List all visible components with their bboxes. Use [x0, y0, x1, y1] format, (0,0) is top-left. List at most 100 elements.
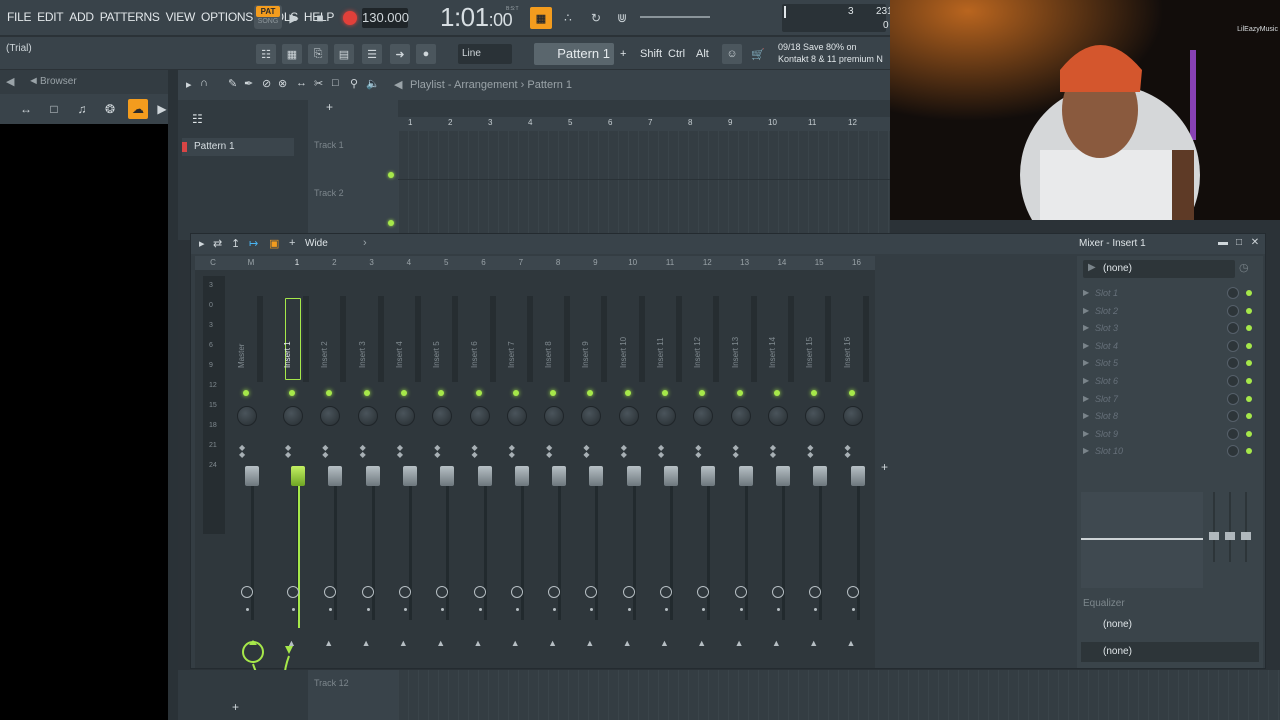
stereo-separation-icon[interactable]: ◆ ◆: [807, 444, 813, 459]
stereo-separation-icon[interactable]: ◆ ◆: [397, 444, 403, 459]
stereo-separation-icon[interactable]: ◆ ◆: [434, 444, 440, 459]
effect-slot[interactable]: ▶ Slot 1: [1083, 286, 1259, 302]
magnet-icon[interactable]: ∩: [200, 77, 208, 89]
slot-arrow-icon[interactable]: ▶: [1083, 411, 1089, 420]
expand-icon[interactable]: ↔: [16, 99, 36, 119]
pan-knob[interactable]: [432, 406, 453, 426]
mute-icon[interactable]: ⊗: [278, 77, 287, 90]
view-chevron-icon[interactable]: ›: [363, 237, 367, 249]
route-dot[interactable]: [553, 608, 557, 611]
slot-mix-knob[interactable]: [1227, 427, 1239, 440]
mixer-tools-icon[interactable]: ⇄: [213, 237, 222, 250]
browser-arrow-icon[interactable]: ◄: [28, 75, 39, 87]
effect-slot[interactable]: ▶ Slot 8: [1083, 409, 1259, 425]
route-dot[interactable]: [665, 608, 668, 611]
disk-recording-icon[interactable]: [660, 586, 672, 598]
slot-enable-led[interactable]: [1246, 325, 1252, 332]
insert-strip[interactable]: Insert 6 ◆ ◆ ▲: [464, 272, 500, 666]
audio-input-select[interactable]: (none): [1083, 260, 1235, 278]
slot-mix-knob[interactable]: [1227, 304, 1239, 317]
disk-recording-icon[interactable]: [548, 586, 561, 598]
eq-high-track[interactable]: [1245, 492, 1247, 562]
disk-recording-icon[interactable]: [734, 586, 747, 598]
insert-strip[interactable]: Insert 5 ◆ ◆ ▲: [426, 272, 462, 666]
disk-recording-icon[interactable]: [846, 586, 859, 598]
enable-led[interactable]: [243, 390, 249, 396]
menu-view[interactable]: VIEW: [163, 10, 198, 24]
slot-enable-led[interactable]: [1246, 307, 1252, 314]
effect-slot[interactable]: ▶ Slot 2: [1083, 304, 1259, 320]
slot-enable-led[interactable]: [1246, 342, 1252, 349]
insert-strip[interactable]: Insert 9 ◆ ◆ ▲: [575, 272, 611, 666]
slot-arrow-icon[interactable]: ▶: [1083, 323, 1089, 332]
effect-slot[interactable]: ▶ Slot 4: [1083, 339, 1259, 355]
add-track-icon[interactable]: +: [326, 100, 333, 114]
zoom-icon[interactable]: ⚲: [350, 77, 358, 90]
slot-arrow-icon[interactable]: ▶: [1083, 429, 1089, 438]
route-dot[interactable]: [246, 608, 249, 611]
volume-fader-track[interactable]: [632, 470, 636, 620]
volume-fader-track[interactable]: [483, 470, 487, 620]
slot-mix-knob[interactable]: [1227, 322, 1239, 335]
pan-knob[interactable]: [283, 406, 303, 426]
playlist-grid[interactable]: [398, 131, 890, 240]
route-dot[interactable]: [776, 608, 780, 611]
route-arrow-icon[interactable]: ▲: [474, 638, 483, 648]
volume-fader[interactable]: [365, 466, 380, 486]
playlist-icon[interactable]: ☷: [256, 44, 276, 64]
arrow-right-icon[interactable]: ➜: [390, 44, 410, 64]
enable-led[interactable]: [363, 390, 370, 396]
disk-recording-icon[interactable]: [510, 586, 523, 598]
route-dot[interactable]: [292, 608, 295, 611]
route-dot[interactable]: [814, 608, 818, 611]
stereo-separation-icon[interactable]: ◆ ◆: [658, 444, 664, 459]
record-button[interactable]: [340, 8, 360, 28]
volume-fader[interactable]: [664, 466, 678, 486]
enable-led[interactable]: [400, 390, 407, 396]
route-arrow-icon[interactable]: ▲: [847, 638, 856, 648]
mixer-menu-arrow-icon[interactable]: ▸: [199, 237, 205, 250]
volume-fader[interactable]: [402, 466, 417, 486]
slot-mix-knob[interactable]: [1227, 445, 1239, 458]
stereo-separation-icon[interactable]: ◆ ◆: [472, 444, 478, 459]
route-arrow-icon[interactable]: ▲: [324, 638, 333, 648]
pan-knob[interactable]: [394, 406, 415, 426]
track-name-2[interactable]: Track 2: [314, 188, 344, 198]
master-strip[interactable]: Master ◆ ◆: [231, 272, 267, 666]
enable-led[interactable]: [624, 390, 631, 396]
disk-recording-icon[interactable]: [361, 586, 374, 598]
insert-strip[interactable]: Insert 7 ◆ ◆ ▲: [501, 272, 537, 666]
slot-mix-knob[interactable]: [1227, 375, 1239, 387]
stereo-separation-icon[interactable]: ◆ ◆: [360, 444, 366, 459]
menu-patterns[interactable]: PATTERNS: [97, 10, 163, 24]
smiley-icon[interactable]: ☺: [722, 44, 742, 64]
slot-enable-led[interactable]: [1246, 378, 1252, 384]
pan-knob[interactable]: [357, 406, 378, 426]
volume-fader-track[interactable]: [371, 470, 375, 620]
equalizer-graph[interactable]: [1081, 492, 1203, 588]
pan-knob[interactable]: [618, 406, 639, 426]
insert-strip[interactable]: Insert 10 ◆ ◆ ▲: [613, 272, 649, 666]
insert-strip[interactable]: Insert 16 ◆ ◆ ▲: [837, 272, 873, 666]
enable-led[interactable]: [848, 390, 855, 396]
insert-strip[interactable]: Insert 11 ◆ ◆ ▲: [650, 272, 686, 666]
pan-knob[interactable]: [805, 406, 826, 426]
tempo-display[interactable]: 130.000: [362, 8, 409, 28]
enable-led[interactable]: [550, 390, 557, 396]
route-dot[interactable]: [329, 608, 333, 611]
microphone-icon[interactable]: ●: [416, 44, 436, 64]
route-arrow-icon[interactable]: ▲: [585, 638, 594, 648]
route-arrow-icon[interactable]: ▲: [809, 638, 818, 648]
disk-recording-icon[interactable]: [241, 586, 253, 598]
pan-knob[interactable]: [581, 406, 602, 426]
volume-fader-track[interactable]: [856, 470, 860, 620]
eq-low-track[interactable]: [1213, 492, 1215, 562]
insert-strip[interactable]: Insert 8 ◆ ◆ ▲: [538, 272, 574, 666]
plugin-icon[interactable]: ❂: [100, 99, 120, 119]
effect-slot[interactable]: ▶ Slot 10: [1083, 444, 1259, 460]
route-arrow-icon[interactable]: ▲: [511, 638, 520, 648]
slip-icon[interactable]: ↔: [296, 77, 307, 89]
volume-fader[interactable]: [552, 466, 567, 486]
news-panel[interactable]: 09/18 Save 80% on Kontakt 8 & 11 premium…: [778, 41, 890, 65]
enable-led[interactable]: [326, 390, 333, 396]
